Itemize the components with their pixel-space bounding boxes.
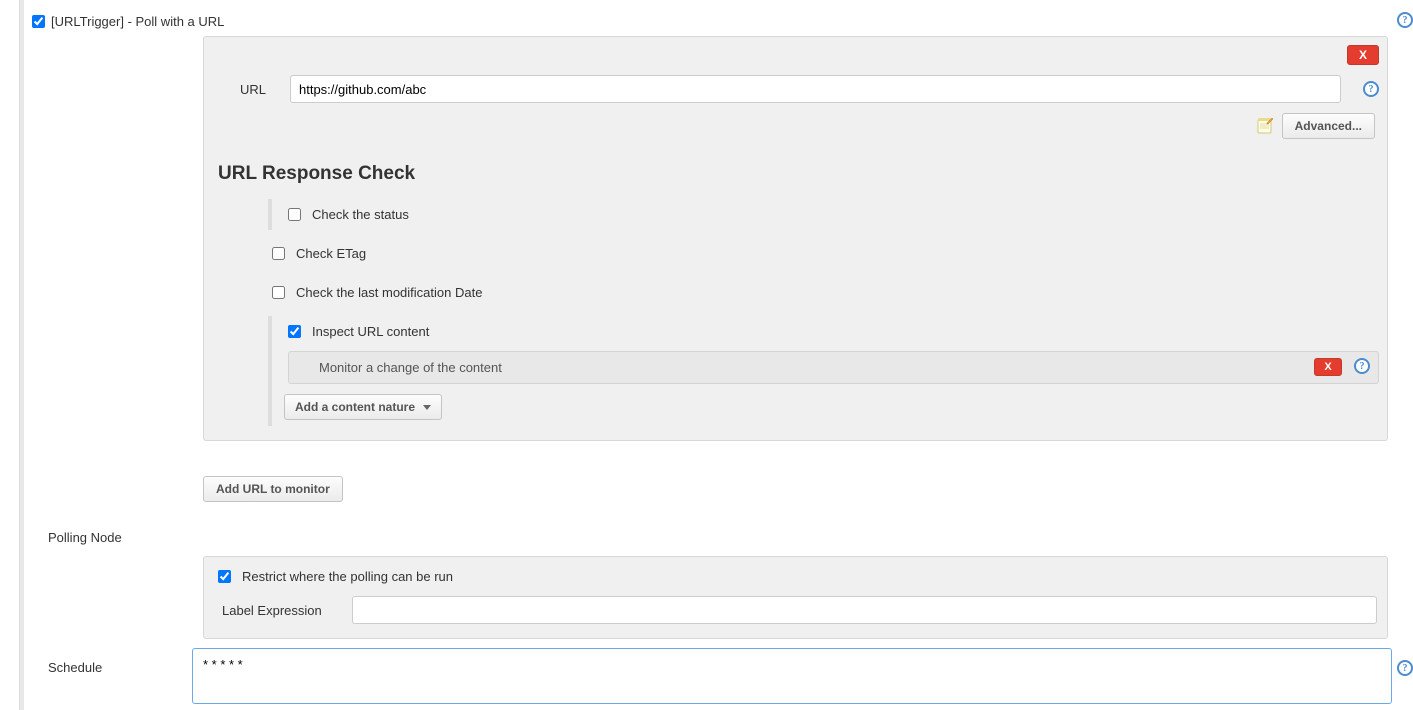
help-icon[interactable]: ?: [1363, 81, 1379, 97]
chevron-down-icon: [423, 405, 431, 410]
schedule-label: Schedule: [48, 660, 102, 675]
response-check-title: URL Response Check: [218, 163, 1379, 185]
help-icon[interactable]: ?: [1397, 12, 1413, 28]
delete-button[interactable]: X: [1314, 358, 1342, 376]
check-etag-checkbox[interactable]: [272, 247, 285, 260]
check-etag-label: Check ETag: [296, 246, 366, 261]
advanced-button[interactable]: Advanced...: [1282, 113, 1375, 139]
add-content-nature-dropdown[interactable]: Add a content nature: [284, 394, 442, 420]
schedule-textarea[interactable]: [192, 648, 1392, 704]
monitor-content-panel: Monitor a change of the content X ?: [288, 351, 1379, 384]
check-lastmod-label: Check the last modification Date: [296, 285, 482, 300]
url-input[interactable]: [290, 75, 1341, 103]
delete-button[interactable]: X: [1347, 45, 1379, 65]
notepad-icon: [1256, 117, 1274, 135]
add-url-button[interactable]: Add URL to monitor: [203, 476, 343, 502]
polling-node-panel: Restrict where the polling can be run La…: [203, 556, 1388, 639]
check-status-checkbox[interactable]: [288, 208, 301, 221]
add-content-nature-label: Add a content nature: [295, 400, 415, 414]
label-expression-label: Label Expression: [222, 603, 342, 618]
inspect-content-checkbox[interactable]: [288, 325, 301, 338]
url-label: URL: [240, 82, 280, 97]
restrict-polling-checkbox[interactable]: [218, 570, 231, 583]
urltrigger-checkbox[interactable]: [32, 15, 45, 28]
drag-handle[interactable]: [19, 0, 24, 710]
check-status-label: Check the status: [312, 207, 409, 222]
inspect-content-label: Inspect URL content: [312, 324, 429, 339]
polling-node-label: Polling Node: [48, 530, 122, 545]
urltrigger-label: [URLTrigger] - Poll with a URL: [51, 14, 224, 29]
url-config-panel: X URL ? Advanced... URL Response Check: [203, 36, 1388, 441]
check-lastmod-checkbox[interactable]: [272, 286, 285, 299]
help-icon[interactable]: ?: [1354, 358, 1370, 374]
restrict-polling-label: Restrict where the polling can be run: [242, 569, 453, 584]
label-expression-input[interactable]: [352, 596, 1377, 624]
help-icon[interactable]: ?: [1397, 660, 1413, 676]
monitor-content-text: Monitor a change of the content: [319, 360, 502, 375]
